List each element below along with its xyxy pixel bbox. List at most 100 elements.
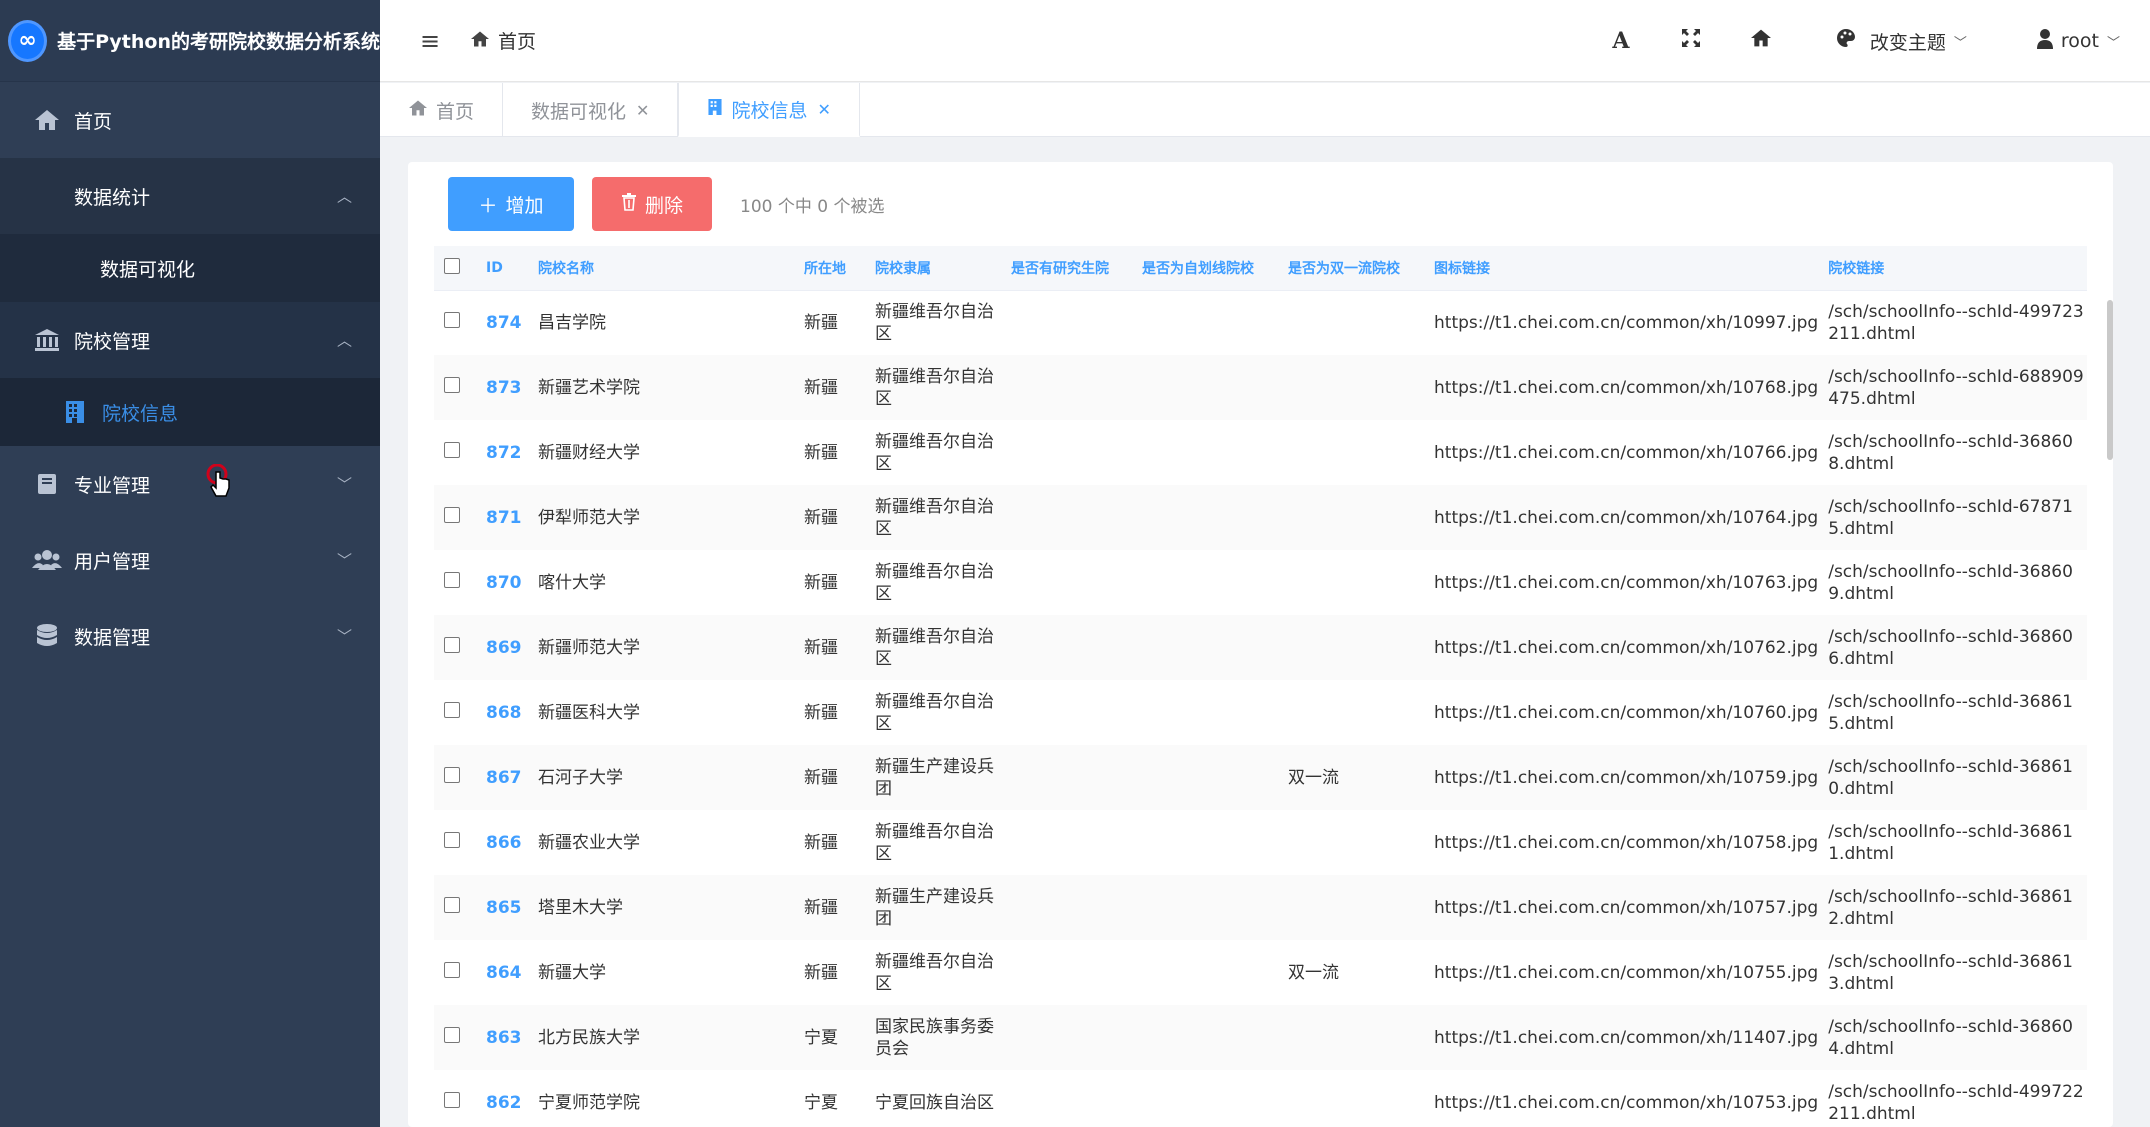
column-header[interactable]: 院校隶属 [865, 246, 1001, 291]
sidebar-item-label: 院校管理 [74, 330, 151, 353]
cell-id[interactable]: 868 [476, 680, 528, 745]
row-checkbox[interactable] [444, 636, 460, 653]
sidebar-item-home[interactable]: 首页 [0, 82, 380, 158]
cell-id[interactable]: 869 [476, 615, 528, 680]
add-button-label: 增加 [505, 194, 544, 217]
tab-home[interactable]: 首页 [380, 83, 504, 137]
row-checkbox[interactable] [444, 571, 460, 588]
cell-id[interactable]: 865 [476, 875, 528, 940]
row-checkbox[interactable] [444, 1026, 460, 1043]
row-checkbox[interactable] [444, 896, 460, 913]
cell-link: /sch/schoolInfo--schId-499722211.dhtml [1828, 1081, 2084, 1124]
school-table: ID 院校名称 所在地 院校隶属 是否有研究生院 是否为自划线院校 是否为双一流… [434, 246, 2087, 1127]
close-icon[interactable]: ✕ [636, 101, 649, 120]
column-header[interactable]: ID [476, 246, 528, 291]
add-button[interactable]: ＋ 增加 [448, 177, 574, 231]
table-row[interactable]: 872 新疆财经大学 新疆 新疆维吾尔自治区 https://t1.chei.com.c… [434, 420, 2087, 485]
cell-id[interactable]: 870 [476, 550, 528, 615]
sidebar-item-school-info[interactable]: 院校信息 [0, 378, 380, 446]
sidebar-item-user-management[interactable]: 用户管理 ﹀ [0, 522, 380, 598]
table-row[interactable]: 869 新疆师范大学 新疆 新疆维吾尔自治区 https://t1.chei.com.c… [434, 615, 2087, 680]
cell-name: 喀什大学 [538, 572, 606, 593]
table-row[interactable]: 865 塔里木大学 新疆 新疆生产建设兵团 https://t1.chei.com.cn… [434, 875, 2087, 940]
cell-link: /sch/schoolInfo--schId-368610.dhtml [1828, 756, 2073, 799]
column-header[interactable]: 图标链接 [1424, 246, 1819, 291]
column-header[interactable]: 是否为双一流院校 [1278, 246, 1424, 291]
cell-name: 新疆财经大学 [538, 442, 640, 463]
fullscreen-icon[interactable] [1656, 28, 1726, 54]
sidebar-item-school-management[interactable]: 院校管理 ︿ [0, 302, 380, 378]
close-icon[interactable]: ✕ [817, 100, 830, 119]
cell-dfc [1278, 550, 1424, 615]
cell-dfc [1278, 290, 1424, 355]
cell-id[interactable]: 873 [476, 355, 528, 420]
table-row[interactable]: 862 宁夏师范学院 宁夏 宁夏回族自治区 https://t1.chei.com.cn… [434, 1070, 2087, 1127]
breadcrumb-label: 首页 [498, 31, 537, 53]
cell-belong: 新疆维吾尔自治区 [875, 366, 994, 409]
delete-button[interactable]: 删除 [592, 177, 712, 231]
home-icon [32, 108, 62, 132]
cell-id[interactable]: 874 [476, 290, 528, 355]
font-size-button[interactable]: A [1586, 28, 1656, 54]
sidebar-item-data-visualization[interactable]: 数据可视化 [0, 234, 380, 302]
sidebar-item-data-stats[interactable]: 数据统计 ︿ [0, 158, 380, 234]
table-row[interactable]: 874 昌吉学院 新疆 新疆维吾尔自治区 https://t1.chei.com.cn/… [434, 290, 2087, 355]
cell-name: 新疆农业大学 [538, 832, 640, 853]
table-row[interactable]: 864 新疆大学 新疆 新疆维吾尔自治区 双一流 https://t1.chei.com.… [434, 940, 2087, 1005]
cell-id[interactable]: 871 [476, 485, 528, 550]
header-actions: A 改变主题 ﹀ root ﹀ [1586, 0, 2120, 82]
tab-school-info[interactable]: 院校信息 ✕ [678, 83, 860, 137]
cell-loc: 新疆 [804, 897, 838, 918]
row-checkbox[interactable] [444, 1091, 460, 1108]
row-checkbox[interactable] [444, 961, 460, 978]
cell-id[interactable]: 872 [476, 420, 528, 485]
theme-dropdown[interactable]: 改变主题 ﹀ [1836, 28, 1967, 55]
row-checkbox[interactable] [444, 701, 460, 718]
table-row[interactable]: 868 新疆医科大学 新疆 新疆维吾尔自治区 https://t1.chei.com.c… [434, 680, 2087, 745]
table-row[interactable]: 873 新疆艺术学院 新疆 新疆维吾尔自治区 https://t1.chei.com.c… [434, 355, 2087, 420]
select-all-checkbox[interactable] [444, 257, 460, 274]
cell-id[interactable]: 864 [476, 940, 528, 1005]
sidebar-item-data-management[interactable]: 数据管理 ﹀ [0, 598, 380, 674]
cell-id[interactable]: 866 [476, 810, 528, 875]
cell-icon: https://t1.chei.com.cn/common/xh/10759.j… [1434, 767, 1819, 788]
table-row[interactable]: 870 喀什大学 新疆 新疆维吾尔自治区 https://t1.chei.com.cn/… [434, 550, 2087, 615]
tab-data-visualization[interactable]: 数据可视化 ✕ [503, 83, 679, 137]
home-icon[interactable] [1726, 28, 1796, 54]
cell-loc: 新疆 [804, 702, 838, 723]
cell-id[interactable]: 862 [476, 1070, 528, 1127]
selection-info: 100 个中 0 个被选 [740, 196, 885, 217]
chevron-down-icon: ﹀ [2106, 35, 2120, 51]
row-checkbox[interactable] [444, 506, 460, 523]
palette-icon [1836, 28, 1856, 54]
cell-belong: 新疆维吾尔自治区 [875, 301, 994, 344]
cell-loc: 宁夏 [804, 1027, 838, 1048]
sidebar-item-major-management[interactable]: 专业管理 ﹀ [0, 446, 380, 522]
cell-id[interactable]: 863 [476, 1005, 528, 1070]
cell-id[interactable]: 867 [476, 745, 528, 810]
row-checkbox[interactable] [444, 311, 460, 328]
row-select-cell [434, 745, 476, 810]
cell-grad [1001, 1005, 1132, 1070]
row-checkbox[interactable] [444, 441, 460, 458]
vertical-scrollbar[interactable] [2107, 300, 2113, 460]
column-header[interactable]: 所在地 [794, 246, 865, 291]
row-checkbox[interactable] [444, 376, 460, 393]
column-header[interactable]: 院校链接 [1818, 246, 2087, 291]
cell-icon: https://t1.chei.com.cn/common/xh/10766.j… [1434, 442, 1819, 463]
menu-toggle-icon[interactable]: ≡ [400, 27, 460, 55]
tab-label: 院校信息 [731, 99, 808, 122]
cell-grad [1001, 680, 1132, 745]
table-row[interactable]: 866 新疆农业大学 新疆 新疆维吾尔自治区 https://t1.chei.com.c… [434, 810, 2087, 875]
row-checkbox[interactable] [444, 831, 460, 848]
table-row[interactable]: 871 伊犁师范大学 新疆 新疆维吾尔自治区 https://t1.chei.com.c… [434, 485, 2087, 550]
table-row[interactable]: 863 北方民族大学 宁夏 国家民族事务委员会 https://t1.chei.com.… [434, 1005, 2087, 1070]
cell-loc: 新疆 [804, 442, 838, 463]
user-dropdown[interactable]: root ﹀ [2036, 28, 2120, 54]
column-header[interactable]: 是否有研究生院 [1001, 246, 1132, 291]
column-header[interactable]: 是否为自划线院校 [1132, 246, 1278, 291]
column-header[interactable]: 院校名称 [528, 246, 794, 291]
table-row[interactable]: 867 石河子大学 新疆 新疆生产建设兵团 双一流 https://t1.chei.com… [434, 745, 2087, 810]
breadcrumb[interactable]: 首页 [470, 27, 536, 54]
row-checkbox[interactable] [444, 766, 460, 783]
